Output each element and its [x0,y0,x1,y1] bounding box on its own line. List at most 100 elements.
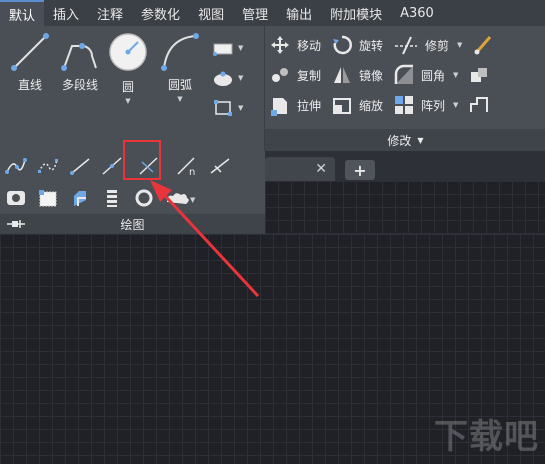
line-icon [11,33,49,71]
tab-parametric[interactable]: 参数化 [132,0,189,26]
scale-label: 缩放 [359,98,384,113]
trim-label: 修剪 [425,38,450,53]
modify-row-2: 复制 镜像 圆角 ▼ [269,62,496,88]
helix-button[interactable] [100,187,124,209]
boundary-dropdown-icon[interactable]: ▼ [238,104,243,112]
modify-panel-title: 修改 [387,133,412,148]
modify-row-3: 拉伸 缩放 阵列 ▼ [269,92,496,118]
move-icon [271,36,289,54]
spline-cv-icon [38,159,58,173]
rectangle-icon [213,43,233,56]
donut-icon [135,189,153,207]
document-tab[interactable]: ✕ [265,157,335,181]
donut-button[interactable] [132,187,156,209]
construction-line-icon [102,157,122,175]
rotate-button[interactable]: 旋转 [331,32,383,58]
scale-button[interactable]: 缩放 [331,92,383,118]
array-dropdown-icon[interactable]: ▼ [453,101,458,109]
boundary-button[interactable]: ▼ [212,94,258,122]
circle-label: 圆 [121,80,134,94]
highlight-box [123,140,161,180]
divide-icon: n [177,157,195,176]
polyline-label: 多段线 [61,78,98,92]
explode-icon [471,68,488,82]
arc-label: 圆弧 [167,78,192,92]
3d-polyline-button[interactable] [68,187,92,209]
tab-annotate[interactable]: 注释 [88,0,132,26]
modify-panel: 移动 旋转 修剪 ▼ 复制 镜像 圆角 ▼ 拉伸 缩放 阵列 ▼ 修改 ▼ [264,26,545,151]
rotate-label: 旋转 [359,38,384,53]
region-button[interactable] [4,187,28,209]
explode-button[interactable] [468,62,496,88]
measure-icon [210,158,230,174]
draw-small-tools: ▼ ▼ ▼ [212,34,258,124]
mirror-icon [334,67,351,83]
tab-view[interactable]: 视图 [189,0,233,26]
copy-button[interactable]: 复制 [269,62,321,88]
tab-a360[interactable]: A360 [391,0,443,26]
array-icon [395,96,414,114]
modify-panel-footer[interactable]: 修改 ▼ [265,129,545,151]
line-button[interactable]: 直线 [2,32,58,93]
new-tab-button[interactable]: + [345,160,375,180]
wipeout-button[interactable] [36,187,60,209]
copy-label: 复制 [297,68,322,83]
drawing-canvas[interactable]: 下载吧 [0,234,545,464]
circle-button[interactable]: 圆 ▼ [100,30,156,105]
spline-cv-button[interactable] [36,155,60,177]
array-button[interactable]: 阵列 ▼ [393,92,458,118]
fillet-icon [394,64,414,84]
mirror-label: 镜像 [359,68,384,83]
spline-fit-button[interactable] [4,155,28,177]
rectangle-dropdown-icon[interactable]: ▼ [238,44,243,52]
fillet-dropdown-icon[interactable]: ▼ [453,71,458,79]
ray-button[interactable] [68,155,92,177]
3d-polyline-icon [74,191,86,206]
move-label: 移动 [297,38,322,53]
copy-icon [272,68,288,82]
ray-icon [70,158,90,175]
construction-line-button[interactable] [100,155,124,177]
tab-insert[interactable]: 插入 [44,0,88,26]
revision-cloud-icon: ▼ [167,193,196,204]
revision-cloud-button[interactable]: ▼ [164,187,198,209]
trim-icon [395,36,418,55]
stretch-button[interactable]: 拉伸 [269,92,321,118]
ribbon-panel: 直线 多段线 圆 ▼ 圆弧 ▼ ▼ ▼ ▼ 移动 旋转 修剪 ▼ 复制 镜像 圆… [0,26,545,151]
offset-icon [470,97,489,112]
tab-output[interactable]: 输出 [277,0,321,26]
rectangle-button[interactable]: ▼ [212,34,258,62]
fillet-button[interactable]: 圆角 ▼ [393,62,458,88]
arc-dropdown-icon[interactable]: ▼ [177,95,182,103]
scale-icon [333,98,352,114]
line-label: 直线 [17,78,42,92]
offset-button[interactable] [468,92,496,118]
hatch-icon [214,71,232,86]
plus-icon: + [353,160,367,180]
divide-button[interactable]: n [176,155,200,177]
mirror-button[interactable]: 镜像 [331,62,383,88]
measure-button[interactable] [208,155,232,177]
draw-panel-top: 直线 多段线 圆 ▼ 圆弧 ▼ ▼ ▼ ▼ [0,26,262,151]
brush-button[interactable] [472,32,500,58]
file-tab-bar: ✕ + [265,151,545,181]
hatch-dropdown-icon[interactable]: ▼ [238,74,243,82]
trim-dropdown-icon[interactable]: ▼ [457,41,462,49]
pin-icon[interactable] [6,219,30,229]
tab-default[interactable]: 默认 [0,0,45,26]
boundary-icon [214,100,232,116]
draw-panel-footer: 绘图 [0,214,265,234]
hatch-button[interactable]: ▼ [212,64,258,92]
arc-button[interactable]: 圆弧 ▼ [152,32,208,103]
ribbon-tab-bar: 默认 插入 注释 参数化 视图 管理 输出 附加模块 A360 [0,0,545,27]
spline-fit-icon [5,158,27,174]
tab-manage[interactable]: 管理 [233,0,277,26]
move-button[interactable]: 移动 [269,32,321,58]
tab-addins[interactable]: 附加模块 [321,0,391,26]
trim-button[interactable]: 修剪 ▼ [393,32,462,58]
close-icon[interactable]: ✕ [315,161,327,177]
fillet-label: 圆角 [421,68,446,83]
draw-panel-title: 绘图 [120,217,145,232]
circle-dropdown-icon[interactable]: ▼ [125,97,130,105]
drawing-canvas-upper[interactable] [265,181,545,234]
